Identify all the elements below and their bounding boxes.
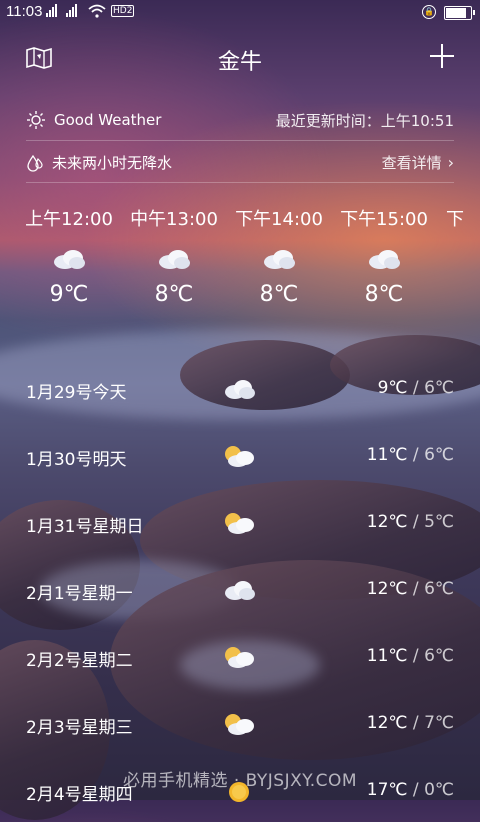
daily-row[interactable]: 1月31号星期日 12℃ / 5℃ (0, 494, 480, 554)
temp-separator: / (407, 512, 425, 532)
wifi-icon (88, 4, 106, 18)
hourly-forecast[interactable]: 上午12:00 9℃ 中午13:00 8℃ 下午14:00 8℃ 下午15:00… (0, 200, 480, 340)
hour-temp: 9℃ (49, 282, 89, 307)
daily-row[interactable]: 1月30号明天 11℃ / 6℃ (0, 427, 480, 487)
hour-temp: 8℃ (259, 282, 299, 307)
day-date: 2月3号星期三 (26, 718, 133, 738)
hour-time: 下 (446, 209, 464, 230)
day-low: 6℃ (424, 646, 454, 666)
sun-icon (27, 111, 45, 129)
view-details-link[interactable]: 查看详情 (382, 152, 442, 173)
partly-cloudy-icon (225, 714, 254, 735)
city-title[interactable]: 金牛 (0, 44, 480, 76)
raindrop-icon (27, 154, 43, 172)
cloudy-icon (264, 250, 295, 269)
day-temp-range: 12℃ / 5℃ (367, 512, 454, 532)
day-high: 9℃ (377, 378, 408, 398)
status-bar: 11:03 HD2 🔒 (0, 0, 480, 24)
day-high: 12℃ (366, 713, 408, 733)
day-low: 7℃ (424, 713, 454, 733)
day-temp-range: 12℃ / 6℃ (367, 579, 454, 599)
hour-temp: 8℃ (154, 282, 194, 307)
cloudy-icon (369, 250, 400, 269)
day-temp-range: 11℃ / 6℃ (367, 445, 454, 465)
day-low: 6℃ (424, 378, 454, 398)
day-date: 1月29号今天 (26, 383, 127, 403)
add-city-button[interactable] (430, 44, 454, 68)
update-time: 最近更新时间：上午10:51 (275, 112, 454, 130)
cloudy-icon (225, 380, 255, 399)
day-high: 12℃ (366, 512, 408, 532)
hour-item: 上午12:00 9℃ (14, 200, 124, 307)
cloudy-icon (225, 581, 255, 600)
temp-separator: / (407, 713, 425, 733)
signal-icon (46, 4, 58, 17)
precipitation-row[interactable]: 未来两小时无降水 查看详情 › (26, 142, 454, 183)
cloudy-icon (159, 250, 190, 269)
day-low: 6℃ (424, 445, 454, 465)
partly-cloudy-icon (225, 513, 254, 534)
temp-separator: / (407, 445, 425, 465)
temp-separator: / (407, 579, 425, 599)
day-high: 11℃ (366, 646, 408, 666)
hour-time: 上午12:00 (25, 209, 113, 230)
daily-row[interactable]: 2月3号星期三 12℃ / 7℃ (0, 695, 480, 755)
hour-time: 下午14:00 (235, 209, 323, 230)
status-time: 11:03 (6, 3, 43, 20)
hd-badge: HD2 (111, 5, 135, 17)
app-header: 金牛 (0, 40, 480, 80)
hour-item-partial: 下 (446, 200, 480, 240)
hour-time: 中午13:00 (130, 209, 218, 230)
day-high: 12℃ (366, 579, 408, 599)
weather-summary-row: Good Weather 最近更新时间：上午10:51 (26, 100, 454, 141)
cloudy-icon (54, 250, 85, 269)
rotation-lock-icon: 🔒 (422, 5, 436, 19)
hour-time: 下午15:00 (340, 209, 428, 230)
watermark: 必用手机精选 · BYJSJXY.COM (122, 771, 358, 791)
temp-separator: / (407, 646, 425, 666)
condition-text: Good Weather (54, 111, 162, 129)
day-high: 11℃ (366, 445, 408, 465)
partly-cloudy-icon (225, 647, 254, 668)
day-low: 5℃ (424, 512, 454, 532)
day-date: 1月30号明天 (26, 450, 127, 470)
day-low: 6℃ (424, 579, 454, 599)
partly-cloudy-icon (225, 446, 254, 467)
hour-item: 中午13:00 8℃ (119, 200, 229, 307)
day-temp-range: 11℃ / 6℃ (367, 646, 454, 666)
day-temp-range: 9℃ / 6℃ (378, 378, 454, 398)
daily-row[interactable]: 2月2号星期二 11℃ / 6℃ (0, 628, 480, 688)
day-date: 2月2号星期二 (26, 651, 133, 671)
battery-icon (444, 6, 475, 20)
day-temp-range: 12℃ / 7℃ (367, 713, 454, 733)
day-date: 2月1号星期一 (26, 584, 133, 604)
hour-item: 下午14:00 8℃ (224, 200, 334, 307)
hour-item: 下午15:00 8℃ (329, 200, 439, 307)
hour-temp: 8℃ (364, 282, 404, 307)
daily-row[interactable]: 1月29号今天 9℃ / 6℃ (0, 360, 480, 420)
chevron-right-icon: › (447, 153, 454, 172)
precip-text: 未来两小时无降水 (52, 154, 173, 172)
signal-icon-2 (66, 4, 78, 17)
temp-separator: / (407, 378, 425, 398)
day-date: 1月31号星期日 (26, 517, 144, 537)
daily-row[interactable]: 2月1号星期一 12℃ / 6℃ (0, 561, 480, 621)
